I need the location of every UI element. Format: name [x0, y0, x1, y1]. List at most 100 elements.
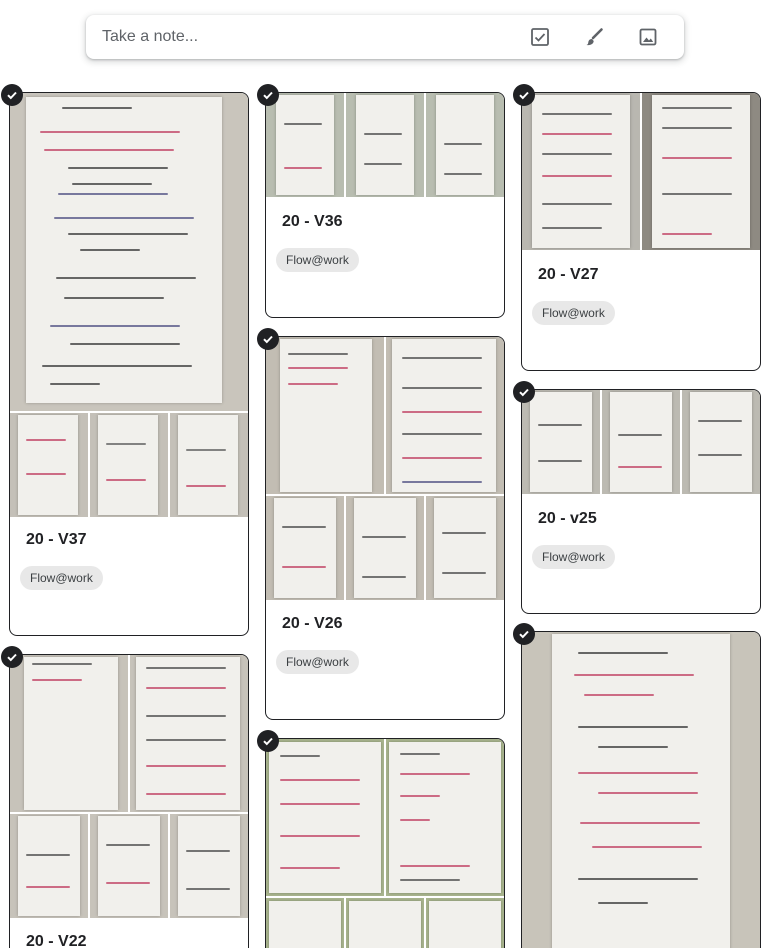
handwriting-line: [50, 325, 180, 327]
select-check-icon[interactable]: [513, 84, 535, 106]
note-card[interactable]: 20 - V22: [9, 654, 249, 948]
handwriting-line: [538, 460, 582, 462]
handwriting-line: [400, 773, 470, 775]
note-card[interactable]: 20 - V26 Flow@work: [265, 336, 505, 720]
paper-sheet: [276, 95, 334, 195]
note-photo[interactable]: [522, 632, 760, 948]
note-photo[interactable]: [10, 655, 128, 812]
handwriting-line: [400, 795, 440, 797]
handwriting-line: [584, 694, 654, 696]
select-check-icon[interactable]: [513, 623, 535, 645]
select-check-icon[interactable]: [257, 84, 279, 106]
handwriting-line: [400, 865, 470, 867]
paper-sheet: [436, 95, 494, 195]
note-photo[interactable]: [266, 496, 344, 600]
note-photo[interactable]: [10, 814, 88, 918]
note-photo[interactable]: [346, 898, 424, 948]
note-card[interactable]: [265, 738, 505, 948]
handwriting-line: [44, 149, 174, 151]
note-photo[interactable]: [522, 93, 640, 250]
paper-sheet: [178, 816, 240, 916]
brush-icon[interactable]: [572, 15, 616, 59]
label-chip[interactable]: Flow@work: [532, 301, 615, 325]
handwriting-line: [402, 481, 482, 483]
paper-sheet: [349, 901, 421, 948]
label-chip[interactable]: Flow@work: [20, 566, 103, 590]
note-photo[interactable]: [90, 413, 168, 517]
select-check-icon[interactable]: [1, 84, 23, 106]
handwriting-line: [26, 886, 70, 888]
note-photo[interactable]: [602, 390, 680, 494]
handwriting-line: [542, 203, 612, 205]
handwriting-line: [280, 755, 320, 757]
note-photo[interactable]: [522, 390, 600, 494]
note-photo[interactable]: [10, 93, 248, 411]
image-icon[interactable]: [626, 15, 670, 59]
label-chip[interactable]: Flow@work: [532, 545, 615, 569]
note-photo[interactable]: [346, 93, 424, 197]
paper-sheet: [280, 339, 372, 492]
select-check-icon[interactable]: [257, 328, 279, 350]
label-chip[interactable]: Flow@work: [276, 248, 359, 272]
handwriting-line: [444, 173, 482, 175]
note-photo[interactable]: [170, 413, 248, 517]
handwriting-line: [26, 439, 66, 441]
handwriting-line: [598, 902, 648, 904]
select-check-icon[interactable]: [257, 730, 279, 752]
note-card[interactable]: 20 - V36 Flow@work: [265, 92, 505, 318]
handwriting-line: [62, 107, 132, 109]
note-photo[interactable]: [10, 413, 88, 517]
note-photo[interactable]: [266, 898, 344, 948]
note-card[interactable]: 20 - V37 Flow@work: [9, 92, 249, 636]
handwriting-line: [146, 765, 226, 767]
note-photo[interactable]: [426, 496, 504, 600]
handwriting-line: [402, 411, 482, 413]
note-photo[interactable]: [266, 93, 344, 197]
handwriting-line: [146, 687, 226, 689]
handwriting-line: [618, 434, 662, 436]
take-note-input[interactable]: [102, 28, 518, 46]
handwriting-line: [186, 850, 230, 852]
note-card[interactable]: 20 - v25 Flow@work: [521, 389, 761, 614]
checkbox-icon[interactable]: [518, 15, 562, 59]
handwriting-line: [400, 879, 460, 881]
handwriting-line: [32, 663, 92, 665]
paper-sheet: [18, 415, 78, 515]
note-photo[interactable]: [90, 814, 168, 918]
handwriting-line: [288, 353, 348, 355]
note-photo[interactable]: [266, 337, 384, 494]
note-photo[interactable]: [426, 898, 504, 948]
handwriting-line: [106, 443, 146, 445]
handwriting-line: [50, 383, 100, 385]
take-note-bar[interactable]: [86, 15, 684, 59]
handwriting-line: [592, 846, 702, 848]
note-photo[interactable]: [642, 93, 760, 250]
note-photo[interactable]: [266, 739, 384, 896]
handwriting-line: [698, 454, 742, 456]
note-card[interactable]: 20 - V27 Flow@work: [521, 92, 761, 371]
select-check-icon[interactable]: [513, 381, 535, 403]
select-check-icon[interactable]: [1, 646, 23, 668]
paper-sheet: [389, 742, 501, 893]
handwriting-line: [442, 532, 486, 534]
handwriting-line: [402, 457, 482, 459]
note-photo[interactable]: [170, 814, 248, 918]
note-photo[interactable]: [346, 496, 424, 600]
handwriting-line: [42, 365, 192, 367]
note-photo[interactable]: [426, 93, 504, 197]
handwriting-line: [578, 772, 698, 774]
note-photo[interactable]: [130, 655, 248, 812]
note-photo[interactable]: [386, 739, 504, 896]
handwriting-line: [662, 107, 732, 109]
handwriting-line: [598, 746, 668, 748]
paper-sheet: [269, 901, 341, 948]
handwriting-line: [402, 387, 482, 389]
handwriting-line: [106, 844, 150, 846]
note-photo[interactable]: [386, 337, 504, 494]
paper-sheet: [532, 95, 630, 248]
label-chip[interactable]: Flow@work: [276, 650, 359, 674]
note-card[interactable]: [521, 631, 761, 948]
note-photo[interactable]: [682, 390, 760, 494]
handwriting-line: [26, 854, 70, 856]
handwriting-line: [146, 739, 226, 741]
